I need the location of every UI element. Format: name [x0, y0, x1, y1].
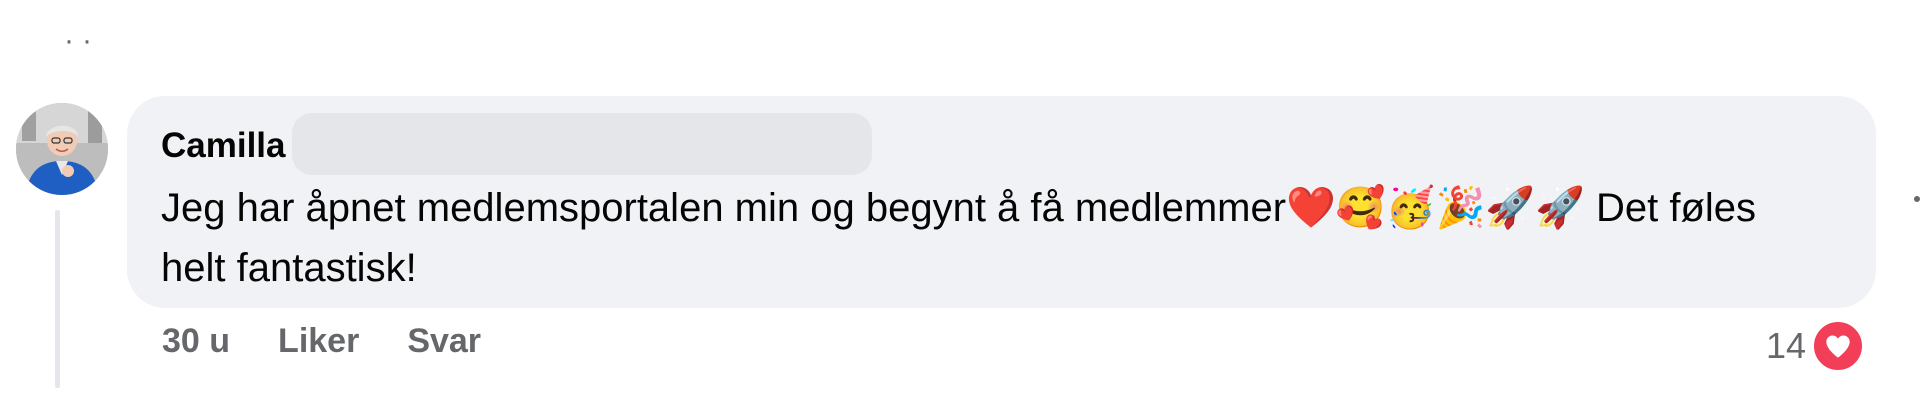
redacted-name [291, 113, 872, 175]
comment-bubble: Camilla Jeg har åpnet medlemsportalen mi… [127, 96, 1876, 308]
reaction-summary[interactable]: 14 [1766, 318, 1866, 374]
more-replies-dots[interactable]: ·· [64, 26, 100, 56]
comment-text: Jeg har åpnet medlemsportalen min og beg… [161, 186, 1757, 290]
avatar-photo [16, 103, 108, 195]
avatar[interactable] [16, 103, 108, 195]
reaction-count: 14 [1765, 325, 1806, 366]
reply-button[interactable]: Svar [407, 322, 481, 361]
author-name[interactable]: Camilla [161, 126, 286, 166]
comment-actions: 30 u Liker Svar [162, 322, 481, 361]
options-menu-icon[interactable] [1914, 196, 1920, 202]
like-button[interactable]: Liker [278, 322, 359, 361]
timestamp[interactable]: 30 u [162, 322, 230, 361]
thread-line [55, 210, 60, 388]
author-row: Camilla [161, 113, 1816, 175]
heart-icon [1810, 318, 1866, 374]
